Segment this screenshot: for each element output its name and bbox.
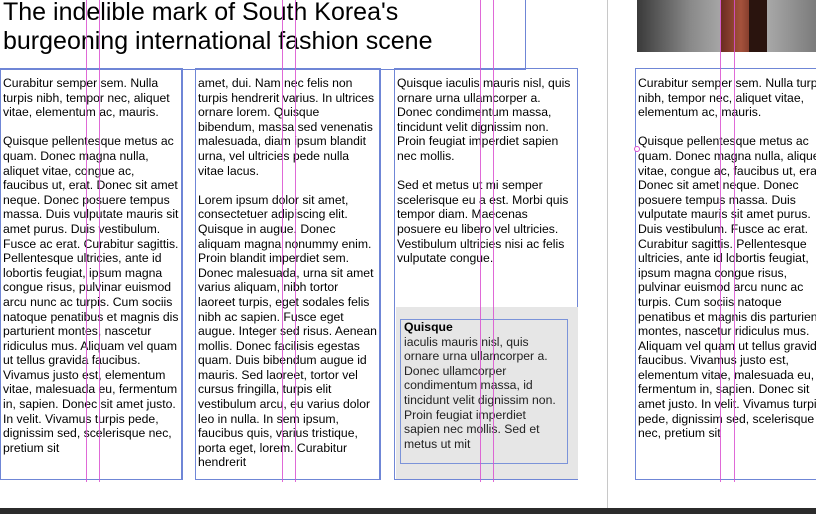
- status-bar: [0, 508, 816, 514]
- body-text-frame-1[interactable]: Curabitur semper sem. Nulla turpis nibh,…: [0, 68, 182, 480]
- paragraph: Curabitur semper sem. Nulla turpis nibh,…: [638, 76, 816, 120]
- column-guide: [394, 68, 395, 480]
- paragraph: Curabitur semper sem. Nulla turpis nibh,…: [3, 76, 170, 120]
- layout-canvas[interactable]: The indelible mark of South Korea's burg…: [0, 0, 816, 508]
- ruler-guide[interactable]: [295, 0, 296, 482]
- ruler-guide[interactable]: [282, 0, 283, 482]
- column-guide: [195, 68, 196, 480]
- ruler-guide[interactable]: [86, 0, 87, 482]
- paragraph: Sed et metus ut mi semper scelerisque eu…: [397, 178, 569, 266]
- headline: The indelible mark of South Korea's burg…: [3, 0, 433, 55]
- photo-subject-shadow: [749, 0, 767, 52]
- paragraph: Quisque iaculis mauris nisl, quis ornare…: [397, 76, 571, 163]
- ruler-guide[interactable]: [99, 0, 100, 482]
- body-text-frame-2[interactable]: amet, dui. Nam nec felis non turpis hend…: [195, 68, 380, 480]
- fashion-photo[interactable]: [637, 0, 816, 52]
- ruler-guide[interactable]: [480, 0, 481, 482]
- ruler-guide[interactable]: [493, 0, 494, 482]
- ruler-guide[interactable]: [720, 0, 721, 482]
- sidebar-text-frame[interactable]: Quisque iaculis mauris nisl, quis ornare…: [400, 319, 568, 464]
- paragraph: Quisque pellentesque metus ac quam. Done…: [3, 134, 179, 455]
- column-guide: [182, 68, 183, 480]
- paragraph: Quisque pellentesque metus ac quam. Done…: [638, 134, 816, 441]
- headline-text-frame[interactable]: The indelible mark of South Korea's burg…: [0, 0, 526, 70]
- sidebar-title: Quisque: [404, 320, 453, 334]
- column-guide: [380, 68, 381, 480]
- page-spine: [607, 0, 608, 508]
- sidebar-body: iaculis mauris nisl, quis ornare urna ul…: [404, 334, 556, 451]
- text-frame-port-handle[interactable]: [634, 146, 640, 152]
- paragraph: amet, dui. Nam nec felis non turpis hend…: [198, 76, 375, 178]
- body-text-frame-4[interactable]: Curabitur semper sem. Nulla turpis nibh,…: [635, 68, 816, 480]
- paragraph: Lorem ipsum dolor sit amet, consectetuer…: [198, 192, 377, 470]
- ruler-guide[interactable]: [734, 0, 735, 482]
